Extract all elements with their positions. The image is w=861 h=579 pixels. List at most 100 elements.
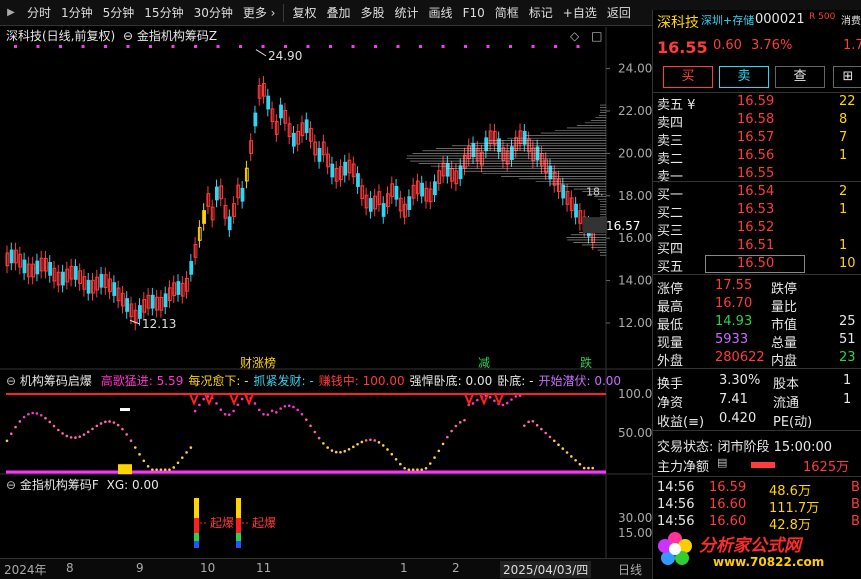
panel2-indicator-label: 每况愈下: [188, 374, 241, 388]
indicator-dot [180, 456, 184, 459]
stock-tag[interactable]: 深圳+存储 [701, 12, 754, 28]
indicator-dot [428, 462, 432, 465]
signal-dot [194, 45, 197, 48]
candle-body [22, 259, 27, 274]
ask-label: 卖二 [657, 152, 684, 167]
period-tab-15min[interactable]: 15分钟 [139, 0, 188, 26]
ask-volume: 1 [839, 148, 848, 163]
indicator-dot [514, 395, 518, 398]
finance-row: 换手 3.30% 股本 1 [653, 373, 861, 392]
indicator-dot [275, 411, 278, 414]
period-tab-timeshare[interactable]: 分时 [22, 0, 56, 26]
watermark-logo: 分析家公式网 www.70822.com [653, 525, 861, 579]
indicator-dot [283, 404, 287, 408]
indicator-dot [292, 405, 295, 409]
indicator-dot [386, 448, 389, 451]
net-flow-icon[interactable]: ▤ [717, 456, 727, 469]
indicator-dot [518, 394, 522, 397]
bid-row[interactable]: 买四 16.51 1 [653, 238, 861, 257]
adjust-button[interactable]: 复权 [287, 0, 321, 26]
ask-row[interactable]: 卖四 16.58 8 [653, 112, 861, 131]
period-tab-5min[interactable]: 5分钟 [98, 0, 140, 26]
bid-row[interactable]: 买三 16.52 [653, 220, 861, 239]
y-tick-label: 100.00 [618, 387, 652, 401]
y-tick-label: 24.00 [618, 62, 652, 76]
indicator-dot [279, 407, 282, 410]
panel3-xg-value: XG: 0.00 [106, 478, 159, 492]
buy-button[interactable]: 买 [663, 66, 713, 88]
bid-row[interactable]: 买二 16.53 1 [653, 202, 861, 221]
indicator-dot [189, 446, 193, 449]
date-axis: 2024年 8 9 10 11 1 2 2025/04/03/四 日线 [0, 558, 652, 579]
indicator-dot [232, 409, 235, 413]
finance-row: 收益(≡) 0.420 PE(动) [653, 411, 861, 430]
indicator-dot [116, 423, 120, 427]
indicator-dot [343, 449, 347, 453]
overlay-button[interactable]: 叠加 [322, 0, 356, 26]
period-tab-30min[interactable]: 30分钟 [189, 0, 238, 26]
bid-row[interactable]: 买一 16.54 2 [653, 184, 861, 203]
signal-dot [396, 45, 400, 48]
bid-price: 16.53 [737, 202, 775, 217]
indicator-dot [373, 439, 376, 442]
bid-price: 16.54 [737, 184, 775, 199]
query-button[interactable]: 查 [775, 66, 825, 88]
mark-button[interactable]: 标记 [524, 0, 558, 26]
chart-area[interactable]: 深科技(日线,前复权) ⊖ 金指机构筹码Z ◇ □ 24.00 22.00 20.0… [0, 27, 652, 558]
indicator-dot [219, 408, 223, 412]
panel2-indicator: 高歌猛进: 5.59 [101, 374, 184, 388]
period-daily-tab[interactable]: 日线 [618, 561, 642, 578]
period-tab-1min[interactable]: 1分钟 [56, 0, 98, 26]
indicator-dot [35, 412, 39, 415]
stat-value: 280622 [715, 350, 765, 365]
finance-label: 收益(≡) [657, 415, 705, 430]
indicator-dot [48, 420, 52, 424]
add-watchlist-button[interactable]: +自选 [558, 0, 602, 26]
y-tick-label: 12.00 [618, 316, 652, 330]
axis-month: 11 [256, 561, 272, 575]
tick-price: 16.60 [709, 497, 747, 512]
stat-label: 跌停 [771, 282, 798, 297]
draw-line-button[interactable]: 画线 [424, 0, 458, 26]
indicator-dot [339, 450, 342, 454]
signal-bar-green [236, 533, 241, 541]
multi-stock-button[interactable]: 多股 [356, 0, 390, 26]
stat-row: 现量 5933 总量 51 [653, 332, 861, 351]
bid-label: 买四 [657, 242, 684, 257]
bid-volume: 10 [839, 256, 856, 271]
statistics-button[interactable]: 统计 [390, 0, 424, 26]
sell-button[interactable]: 卖 [719, 66, 769, 88]
finance-label: 净资 [657, 396, 684, 411]
y-tick-label: 22.00 [618, 104, 652, 118]
indicator-dot [407, 468, 411, 471]
candle-body [381, 203, 386, 217]
more-icon[interactable]: ⊞ [833, 66, 861, 88]
cursor-price-label: 18. [586, 186, 604, 199]
y-tick-label: 16.00 [618, 231, 652, 245]
f10-button[interactable]: F10 [458, 0, 490, 26]
panel2-indicator: 强悍卧底: 0.00 [410, 374, 493, 388]
y-tick-label: 20.00 [618, 146, 652, 160]
stock-title-row: 深科技 深圳+存储 000021 R 500 消费 [653, 12, 861, 31]
indicator-dot [159, 468, 163, 471]
panel2-collapse-icon[interactable]: ⊖ [6, 374, 16, 388]
indicator-dot [86, 430, 90, 434]
panel2-indicator: 赚钱中: 100.00 [319, 374, 405, 388]
period-tab-more[interactable]: 更多 › [238, 0, 281, 26]
simple-frame-button[interactable]: 简框 [490, 0, 524, 26]
stat-label: 内盘 [771, 354, 798, 369]
indicator-dot [223, 412, 227, 416]
ask-row[interactable]: 卖三 16.57 7 [653, 130, 861, 149]
ask-row[interactable]: 卖二 16.56 1 [653, 148, 861, 167]
expand-icon[interactable]: ▶ [0, 0, 22, 26]
ask-row[interactable]: 卖五 ¥ 16.59 22 [653, 94, 861, 113]
indicator-dot [510, 398, 513, 401]
panel3-collapse-icon[interactable]: ⊖ [6, 478, 16, 492]
indicator-dot [360, 440, 364, 444]
stat-row: 最高 16.70 量比 [653, 296, 861, 315]
back-button[interactable]: 返回 [602, 0, 636, 26]
signal-bar-red [194, 518, 199, 533]
spike-mark [244, 393, 254, 406]
bid-row[interactable]: 买五 16.50 10 [653, 255, 861, 275]
stat-label: 总量 [771, 336, 798, 351]
